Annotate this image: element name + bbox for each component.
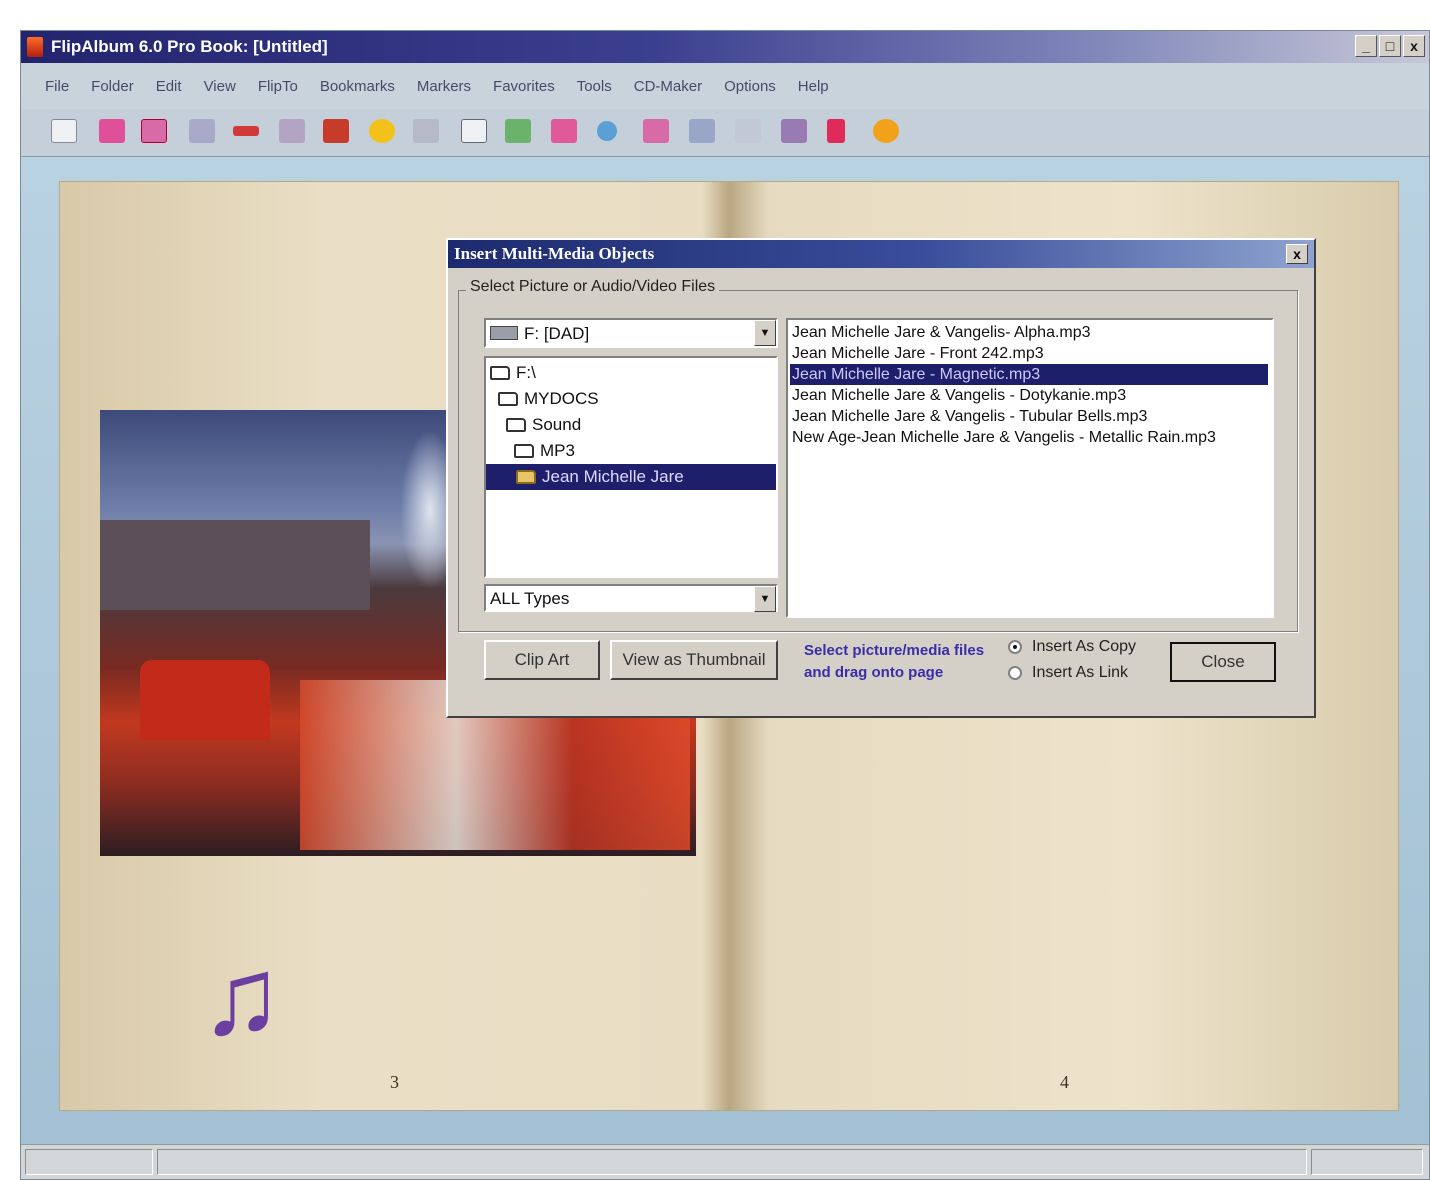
menu-bookmarks[interactable]: Bookmarks xyxy=(320,78,395,95)
menu-file[interactable]: File xyxy=(45,78,69,95)
file-types-value: ALL Types xyxy=(490,589,570,608)
right-page-number: 4 xyxy=(1060,1072,1069,1092)
menu-edit[interactable]: Edit xyxy=(156,78,182,95)
insert-multimedia-dialog: Insert Multi-Media Objects x Select Pict… xyxy=(446,238,1316,718)
menu-tools[interactable]: Tools xyxy=(577,78,612,95)
open-book-icon[interactable] xyxy=(141,119,167,143)
list-item-selected[interactable]: Jean Michelle Jare - Magnetic.mp3 xyxy=(790,364,1268,385)
refresh-icon[interactable] xyxy=(597,121,617,141)
menu-folder[interactable]: Folder xyxy=(91,78,134,95)
folder-item[interactable]: Sound xyxy=(506,412,581,438)
photos-icon[interactable] xyxy=(551,119,577,143)
monitor-icon[interactable] xyxy=(735,119,761,143)
list-item[interactable]: Jean Michelle Jare - Front 242.mp3 xyxy=(790,343,1044,364)
file-types-select[interactable]: ALL Types ▼ xyxy=(484,584,778,612)
open-folder-icon xyxy=(506,418,526,432)
minimize-button[interactable]: _ xyxy=(1355,35,1377,57)
dialog-close-icon[interactable]: x xyxy=(1286,244,1308,264)
folder-item[interactable]: MP3 xyxy=(514,438,575,464)
dialog-title-bar[interactable]: Insert Multi-Media Objects x xyxy=(448,240,1314,268)
book-icon[interactable] xyxy=(51,119,77,143)
folder-tree[interactable]: F:\ MYDOCS Sound MP3 Jean Michelle Jare xyxy=(484,356,778,578)
menu-flipto[interactable]: FlipTo xyxy=(258,78,298,95)
menu-bar: File Folder Edit View FlipTo Bookmarks M… xyxy=(21,63,1429,109)
open-folder-icon xyxy=(490,366,510,380)
view-thumbnail-button[interactable]: View as Thumbnail xyxy=(610,640,778,680)
clip-art-button[interactable]: Clip Art xyxy=(484,640,600,680)
columns-icon[interactable] xyxy=(461,119,487,143)
drive-icon xyxy=(490,326,518,340)
status-bar xyxy=(21,1144,1429,1179)
pink-album-icon[interactable] xyxy=(99,119,125,143)
pages-icon[interactable] xyxy=(643,119,669,143)
dialog-title: Insert Multi-Media Objects xyxy=(454,244,655,263)
drag-hint: Select picture/media files and drag onto… xyxy=(804,642,985,681)
zoom-icon[interactable] xyxy=(413,119,439,143)
menu-options[interactable]: Options xyxy=(724,78,776,95)
left-page-number: 3 xyxy=(390,1072,399,1092)
plus-icon[interactable] xyxy=(369,119,395,143)
chevron-down-icon[interactable]: ▼ xyxy=(754,586,776,612)
folder-item[interactable]: F:\ xyxy=(490,360,536,386)
photo-car xyxy=(140,660,270,740)
file-list[interactable]: Jean Michelle Jare & Vangelis- Alpha.mp3… xyxy=(786,318,1274,618)
menu-favorites[interactable]: Favorites xyxy=(493,78,555,95)
chevron-down-icon[interactable]: ▼ xyxy=(754,320,776,346)
thumbnails-icon[interactable] xyxy=(189,119,215,143)
open-folder-icon xyxy=(516,470,536,484)
edit-icon[interactable] xyxy=(279,119,305,143)
menu-cd-maker[interactable]: CD-Maker xyxy=(634,78,702,95)
folder-item[interactable]: MYDOCS xyxy=(498,386,599,412)
save-icon[interactable] xyxy=(323,119,349,143)
flipalbum-icon xyxy=(27,37,43,57)
menu-markers[interactable]: Markers xyxy=(417,78,471,95)
drive-value: F: [DAD] xyxy=(524,324,590,343)
insert-as-copy-option[interactable]: Insert As Copy xyxy=(1008,638,1136,656)
status-pane-main xyxy=(157,1149,1307,1175)
toolbar xyxy=(21,109,1429,157)
insert-as-link-option[interactable]: Insert As Link xyxy=(1008,664,1128,682)
open-folder-icon xyxy=(498,392,518,406)
folder-item-selected[interactable]: Jean Michelle Jare xyxy=(486,464,776,490)
photo-building xyxy=(100,520,370,610)
list-item[interactable]: Jean Michelle Jare & Vangelis - Tubular … xyxy=(790,406,1147,427)
status-pane-right xyxy=(1311,1149,1423,1175)
title-bar[interactable]: FlipAlbum 6.0 Pro Book: [Untitled] _ □ x xyxy=(21,31,1429,63)
open-folder-icon xyxy=(514,444,534,458)
group-label: Select Picture or Audio/Video Files xyxy=(466,278,720,296)
drive-select[interactable]: F: [DAD] ▼ xyxy=(484,318,778,348)
next-arrow-icon[interactable] xyxy=(233,126,259,136)
copy-icon[interactable] xyxy=(781,119,807,143)
insert-as-link-label: Insert As Link xyxy=(1032,664,1129,681)
status-pane-left xyxy=(25,1149,153,1175)
tree-icon[interactable] xyxy=(505,119,531,143)
insert-as-copy-radio[interactable] xyxy=(1008,640,1022,654)
print-icon[interactable] xyxy=(689,119,715,143)
menu-view[interactable]: View xyxy=(204,78,236,95)
music-note-icon[interactable]: ♫ xyxy=(200,942,283,1052)
cd-icon[interactable] xyxy=(873,119,899,143)
maximize-button[interactable]: □ xyxy=(1379,35,1401,57)
play-icon[interactable] xyxy=(827,119,845,143)
list-item[interactable]: Jean Michelle Jare & Vangelis - Dotykani… xyxy=(790,385,1126,406)
close-button[interactable]: Close xyxy=(1170,642,1276,682)
close-window-button[interactable]: x xyxy=(1403,35,1425,57)
insert-as-link-radio[interactable] xyxy=(1008,666,1022,680)
insert-as-copy-label: Insert As Copy xyxy=(1032,638,1137,655)
menu-help[interactable]: Help xyxy=(798,78,829,95)
list-item[interactable]: New Age-Jean Michelle Jare & Vangelis - … xyxy=(790,427,1216,448)
list-item[interactable]: Jean Michelle Jare & Vangelis- Alpha.mp3 xyxy=(790,322,1091,343)
window-title: FlipAlbum 6.0 Pro Book: [Untitled] xyxy=(51,37,328,56)
